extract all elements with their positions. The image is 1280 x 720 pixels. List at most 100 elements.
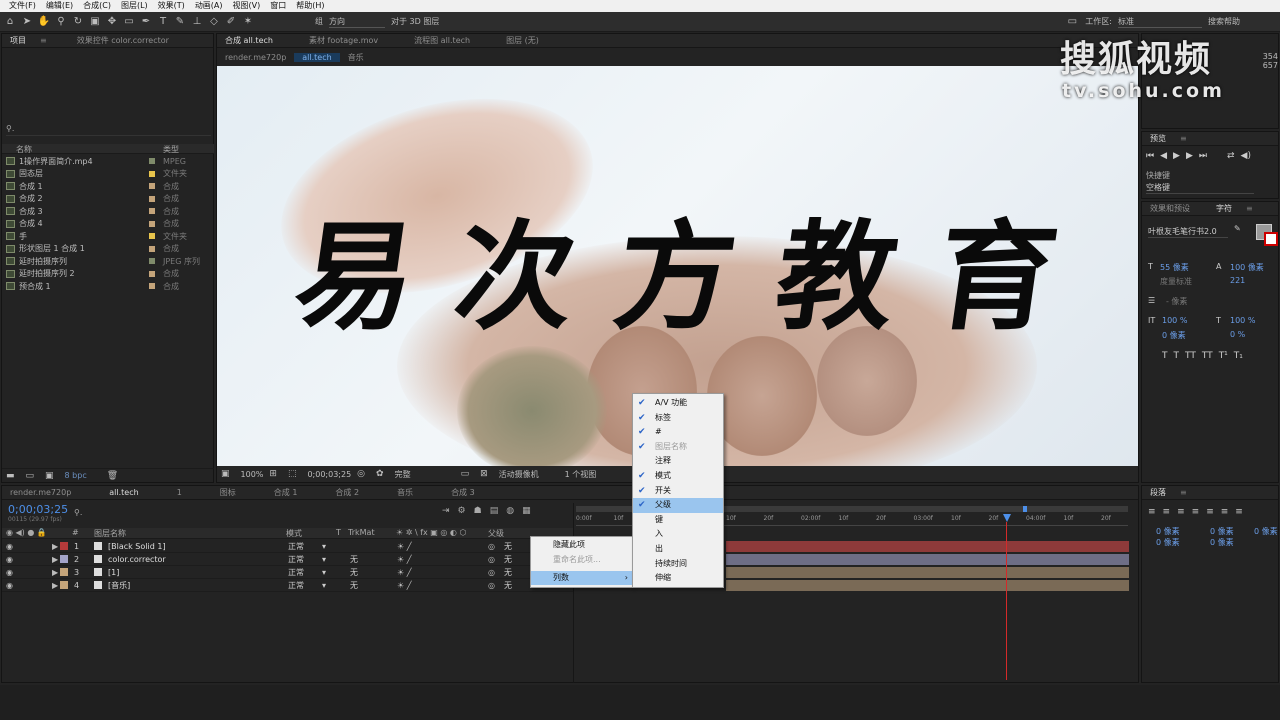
viewer-timecode[interactable]: 0;00;03;25 — [307, 470, 351, 479]
workspace-icon[interactable]: ▭ — [1065, 15, 1079, 29]
submenu-item[interactable]: ✔ 标签 — [633, 411, 723, 426]
col-t[interactable]: T — [336, 528, 341, 537]
submenu-item[interactable]: 伸缩 — [633, 571, 723, 586]
layer-label-color[interactable] — [60, 542, 68, 550]
menu-2[interactable]: 合成(C) — [78, 0, 116, 12]
timeline-tab-5[interactable]: 合成 2 — [327, 487, 367, 498]
view-layout-dropdown[interactable]: 1 个视图 — [565, 469, 597, 480]
eyedropper-icon[interactable]: ✎ — [1234, 224, 1241, 233]
horizontal-scale-value[interactable]: 100 % — [1230, 316, 1255, 325]
rotate-tool-icon[interactable]: ↻ — [71, 15, 85, 29]
transparency-grid-icon[interactable]: ⬚ — [288, 469, 297, 479]
visibility-icon[interactable]: ◉ — [6, 581, 13, 590]
all-caps-icon[interactable]: TT — [1185, 351, 1196, 361]
visibility-icon[interactable]: ◉ — [6, 542, 13, 551]
prev-frame-icon[interactable]: ◀ — [1160, 151, 1167, 161]
submenu-item[interactable]: 出 — [633, 542, 723, 557]
comp-tab-0[interactable]: 合成 all.tech — [217, 35, 281, 46]
parent-pickwhip-icon[interactable]: ◎ — [488, 568, 495, 577]
work-area-end[interactable] — [1023, 506, 1027, 512]
stroke-color-swatch[interactable] — [1264, 232, 1278, 246]
timeline-tab-2[interactable]: 1 — [169, 488, 190, 497]
justify-center-icon[interactable]: ≡ — [1206, 507, 1214, 517]
mask-tool-icon[interactable]: ▭ — [122, 15, 136, 29]
label-color-swatch[interactable] — [149, 270, 155, 277]
submenu-item[interactable]: 持续时间 — [633, 557, 723, 572]
layer-name[interactable]: [音乐] — [108, 580, 130, 591]
frame-blending-icon[interactable]: ▤ — [490, 506, 499, 516]
submenu-item[interactable]: 注释 — [633, 454, 723, 469]
twirl-icon[interactable]: ▶ — [52, 568, 58, 577]
bpc-label[interactable]: 8 bpc — [65, 471, 87, 480]
layer-label-color[interactable] — [60, 581, 68, 589]
menu-6[interactable]: 视图(V) — [228, 0, 266, 12]
hand-tool-icon[interactable]: ✋ — [37, 15, 51, 29]
col-parent[interactable]: 父级 — [488, 528, 504, 539]
font-size-value[interactable]: 55 像素 — [1160, 262, 1189, 273]
draft-3d-icon[interactable]: ⚙ — [458, 506, 466, 516]
first-frame-icon[interactable]: ⏮ — [1146, 151, 1154, 161]
loop-icon[interactable]: ⇄ — [1227, 151, 1235, 161]
region-icon[interactable]: ⊞ — [269, 469, 277, 479]
visibility-icon[interactable]: ◉ — [6, 568, 13, 577]
indent-right-value[interactable]: 0 像素 — [1210, 526, 1234, 537]
layer-switches-icon[interactable]: ☀ ╱ — [397, 542, 412, 551]
home-icon[interactable]: ⌂ — [3, 15, 17, 29]
table-row[interactable]: ◉ ▶ 2 color.corrector 正常 ▾ 无 ☀ ╱ ◎ 无 — [2, 553, 573, 566]
clone-stamp-icon[interactable]: ⊥ — [190, 15, 204, 29]
layer-trkmat[interactable]: 无 — [350, 554, 358, 565]
workspace-dropdown[interactable]: 标准 — [1118, 16, 1202, 28]
project-item[interactable]: 固态层 文件夹 — [6, 168, 211, 180]
zoom-dropdown[interactable]: 100% — [241, 470, 264, 479]
layer-parent[interactable]: 无 — [504, 567, 512, 578]
mute-icon[interactable]: ◀) — [1241, 151, 1251, 161]
space-before-value[interactable]: 0 像素 — [1156, 537, 1180, 548]
timeline-tab-0[interactable]: render.me720p — [2, 488, 79, 497]
mode-dropdown-icon[interactable]: ▾ — [322, 542, 326, 551]
project-item[interactable]: 延时拍摄序列 2 合成 — [6, 268, 211, 280]
timeline-tab-3[interactable]: 图标 — [212, 487, 244, 498]
axis-dropdown[interactable]: 方向 — [329, 16, 385, 28]
resolution-dropdown[interactable]: 完整 — [395, 469, 455, 480]
shy-layers-icon[interactable]: ☗ — [474, 506, 482, 516]
project-search[interactable]: ⚲. — [6, 124, 211, 136]
project-item[interactable]: 延时拍摄序列 JPEG 序列 — [6, 255, 211, 267]
justify-right-icon[interactable]: ≡ — [1221, 507, 1229, 517]
timeline-tab-7[interactable]: 合成 3 — [443, 487, 483, 498]
layer-duration-bar[interactable] — [726, 541, 1129, 552]
parent-pickwhip-icon[interactable]: ◎ — [488, 581, 495, 590]
kerning-value[interactable]: 度量标准 — [1160, 276, 1192, 287]
tab-character[interactable]: 字符 — [1208, 203, 1240, 214]
tsume-value[interactable]: 0 % — [1230, 330, 1245, 339]
new-folder-icon[interactable]: ▭ — [26, 471, 35, 481]
justify-all-icon[interactable]: ≡ — [1235, 507, 1243, 517]
region-of-interest-icon[interactable]: ▭ — [461, 469, 470, 479]
project-item[interactable]: 手 文件夹 — [6, 230, 211, 242]
comp-tab-2[interactable]: 流程图 all.tech — [406, 35, 478, 46]
vertical-scale-value[interactable]: 100 % — [1162, 316, 1187, 325]
project-item[interactable]: 形状图层 1 合成 1 合成 — [6, 243, 211, 255]
label-color-swatch[interactable] — [149, 258, 155, 264]
camera-snapshot-icon[interactable]: ◎ — [357, 469, 365, 479]
justify-left-icon[interactable]: ≡ — [1192, 507, 1200, 517]
submenu-item[interactable]: ✔ 模式 — [633, 469, 723, 484]
timeline-tab-4[interactable]: 合成 1 — [266, 487, 306, 498]
mode-dropdown-icon[interactable]: ▾ — [322, 568, 326, 577]
layer-mode[interactable]: 正常 — [288, 580, 304, 591]
label-color-swatch[interactable] — [149, 245, 155, 252]
character-menu-icon[interactable]: ≡ — [1246, 204, 1253, 213]
project-item[interactable]: 合成 4 合成 — [6, 218, 211, 230]
menu-7[interactable]: 窗口 — [265, 0, 291, 12]
toggle-grid-icon[interactable]: ⊠ — [480, 469, 488, 479]
col-mode[interactable]: 模式 — [286, 528, 302, 539]
zoom-tool-icon[interactable]: ⚲ — [54, 15, 68, 29]
superscript-icon[interactable]: T¹ — [1219, 351, 1228, 361]
layer-switches-icon[interactable]: ☀ ╱ — [397, 568, 412, 577]
menu-item-hide[interactable]: 隐藏此项 — [531, 537, 632, 552]
preview-menu-icon[interactable]: ≡ — [1180, 134, 1187, 143]
comp-subtab-2[interactable]: 音乐 — [340, 52, 372, 63]
camera-tool-icon[interactable]: ▣ — [88, 15, 102, 29]
layer-trkmat[interactable]: 无 — [350, 580, 358, 591]
faux-bold-icon[interactable]: T — [1162, 351, 1168, 361]
table-row[interactable]: ◉ ▶ 3 [1] 正常 ▾ 无 ☀ ╱ ◎ 无 — [2, 566, 573, 579]
